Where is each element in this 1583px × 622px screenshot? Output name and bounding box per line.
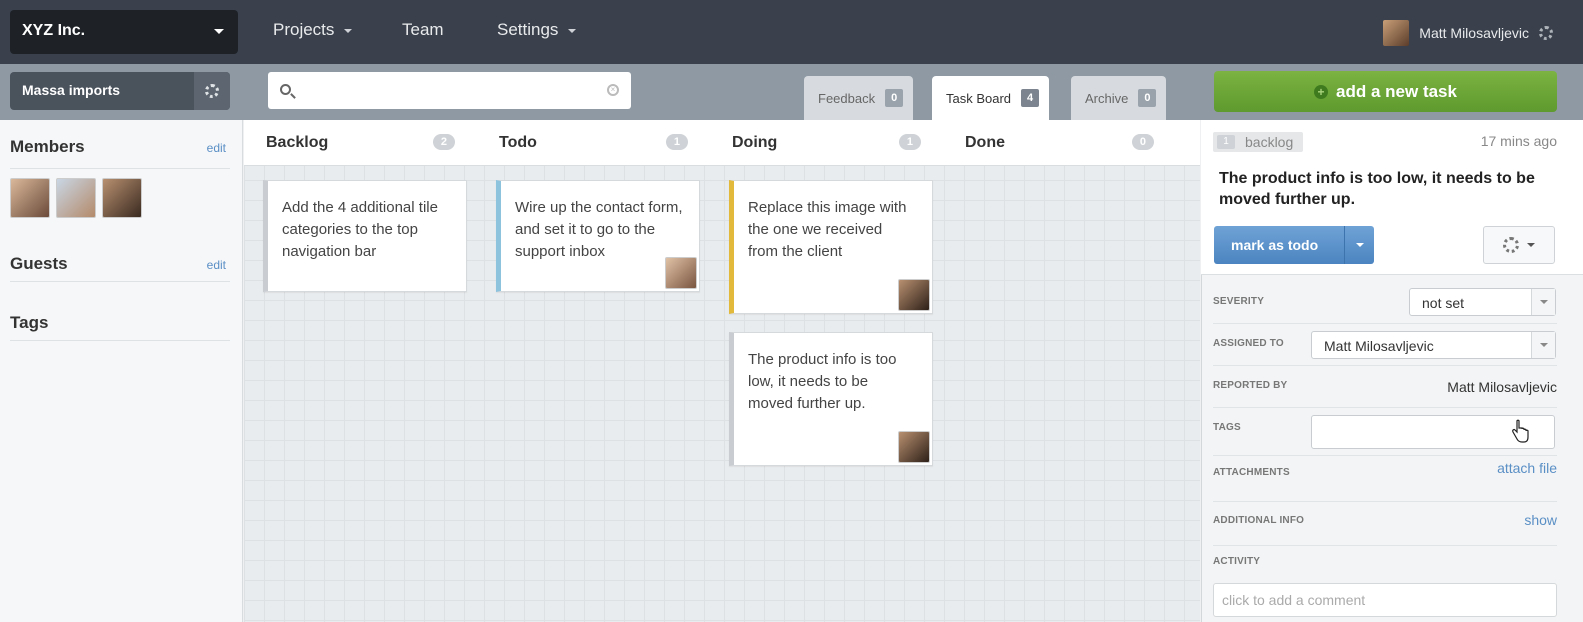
members-section: Members edit [10, 137, 230, 169]
edit-guests-link[interactable]: edit [207, 258, 226, 272]
avatar [898, 431, 930, 463]
status-number: 1 [1217, 135, 1235, 149]
project-name: Massa imports [22, 82, 121, 98]
tab-archive[interactable]: Archive 0 [1071, 76, 1167, 120]
additional-info-label: ADDITIONAL INFO [1213, 515, 1305, 526]
tab-count-badge: 0 [885, 89, 904, 107]
guests-section: Guests edit [10, 254, 230, 282]
activity-row: ACTIVITY [1213, 546, 1557, 576]
nav-projects[interactable]: Projects [273, 20, 353, 40]
avatar [665, 257, 697, 289]
assigned-to-select[interactable]: Matt Milosavljevic [1311, 331, 1556, 359]
organization-selector[interactable]: XYZ Inc. [10, 10, 238, 54]
chevron-down-icon [1531, 332, 1555, 358]
tab-count-badge: 0 [1138, 89, 1157, 107]
tab-count-badge: 4 [1021, 89, 1040, 107]
timestamp: 17 mins ago [1480, 133, 1557, 149]
task-title: The product info is too low, it needs to… [1219, 170, 1535, 208]
nav-team[interactable]: Team [402, 20, 444, 40]
user-avatar [1383, 20, 1410, 46]
user-menu[interactable]: Matt Milosavljevic [1383, 20, 1553, 46]
tags-label: TAGS [1213, 422, 1241, 433]
search-input[interactable] [300, 78, 590, 102]
chevron-down-icon [568, 28, 577, 33]
reported-row: REPORTED BY Matt Milosavljevic [1213, 366, 1557, 408]
members-title: Members [10, 137, 85, 156]
gear-icon [205, 84, 219, 98]
clear-search-icon[interactable]: × [607, 84, 619, 96]
show-additional-info-link[interactable]: show [1524, 512, 1557, 528]
task-settings-button[interactable] [1483, 226, 1555, 264]
guests-title: Guests [10, 254, 68, 273]
avatar [898, 279, 930, 311]
hand-cursor-icon [1512, 419, 1529, 443]
project-selector[interactable]: Massa imports [10, 72, 230, 110]
status-badge: 1 backlog [1213, 132, 1304, 152]
column-count-badge: 0 [1131, 134, 1154, 150]
chevron-down-icon [1531, 289, 1555, 315]
column-count-badge: 1 [898, 134, 921, 150]
task-card[interactable]: Replace this image with the one we recei… [729, 180, 933, 314]
search-icon [280, 84, 291, 95]
assigned-label: ASSIGNED TO [1213, 338, 1284, 349]
plus-circle-icon: + [1314, 84, 1329, 99]
tab-task-board[interactable]: Task Board 4 [932, 76, 1050, 120]
project-settings-button[interactable] [194, 72, 230, 110]
organization-name: XYZ Inc. [22, 22, 86, 39]
user-name: Matt Milosavljevic [1419, 25, 1529, 41]
chevron-down-icon[interactable] [1344, 226, 1374, 264]
attachments-label: ATTACHMENTS [1213, 467, 1290, 478]
chevron-down-icon [1527, 243, 1535, 247]
task-card-text: Add the 4 additional tile categories to … [282, 199, 438, 260]
tab-feedback[interactable]: Feedback 0 [804, 76, 914, 120]
column-count-badge: 1 [665, 134, 688, 150]
task-card-text: Replace this image with the one we recei… [748, 199, 907, 260]
task-card-text: Wire up the contact form, and set it to … [515, 199, 683, 260]
severity-label: SEVERITY [1213, 296, 1265, 307]
mark-as-todo-button[interactable]: mark as todo [1214, 226, 1374, 264]
task-card[interactable]: Wire up the contact form, and set it to … [496, 180, 700, 292]
edit-members-link[interactable]: edit [207, 141, 226, 155]
task-card-text: The product info is too low, it needs to… [748, 351, 897, 412]
chevron-down-icon [214, 29, 224, 34]
column-header-backlog: Backlog 2 [244, 120, 477, 166]
activity-label: ACTIVITY [1213, 556, 1261, 567]
comment-input[interactable]: click to add a comment [1213, 583, 1557, 617]
column-header-todo: Todo 1 [477, 120, 710, 166]
column-header-done: Done 0 [943, 120, 1200, 166]
column-count-badge: 2 [432, 134, 455, 150]
reported-label: REPORTED BY [1213, 380, 1288, 391]
avatar[interactable] [56, 178, 96, 218]
nav-settings[interactable]: Settings [497, 20, 577, 40]
column-header-doing: Doing 1 [710, 120, 943, 166]
attach-file-link[interactable]: attach file [1497, 460, 1557, 476]
gear-icon [1503, 237, 1519, 253]
task-card[interactable]: Add the 4 additional tile categories to … [263, 180, 467, 292]
add-new-task-button[interactable]: + add a new task [1214, 71, 1557, 112]
tags-section: Tags [10, 313, 230, 341]
avatar[interactable] [102, 178, 142, 218]
tags-title: Tags [10, 313, 49, 332]
attachments-row: ATTACHMENTS attach file [1213, 456, 1557, 502]
task-card[interactable]: The product info is too low, it needs to… [729, 332, 933, 466]
reported-by-value: Matt Milosavljevic [1447, 379, 1557, 395]
member-avatars [10, 178, 142, 218]
additional-info-row: ADDITIONAL INFO show [1213, 502, 1557, 546]
gear-icon[interactable] [1539, 26, 1553, 40]
chevron-down-icon [344, 28, 353, 33]
severity-select[interactable]: not set [1409, 288, 1556, 316]
avatar[interactable] [10, 178, 50, 218]
search-box[interactable]: × [268, 72, 631, 109]
